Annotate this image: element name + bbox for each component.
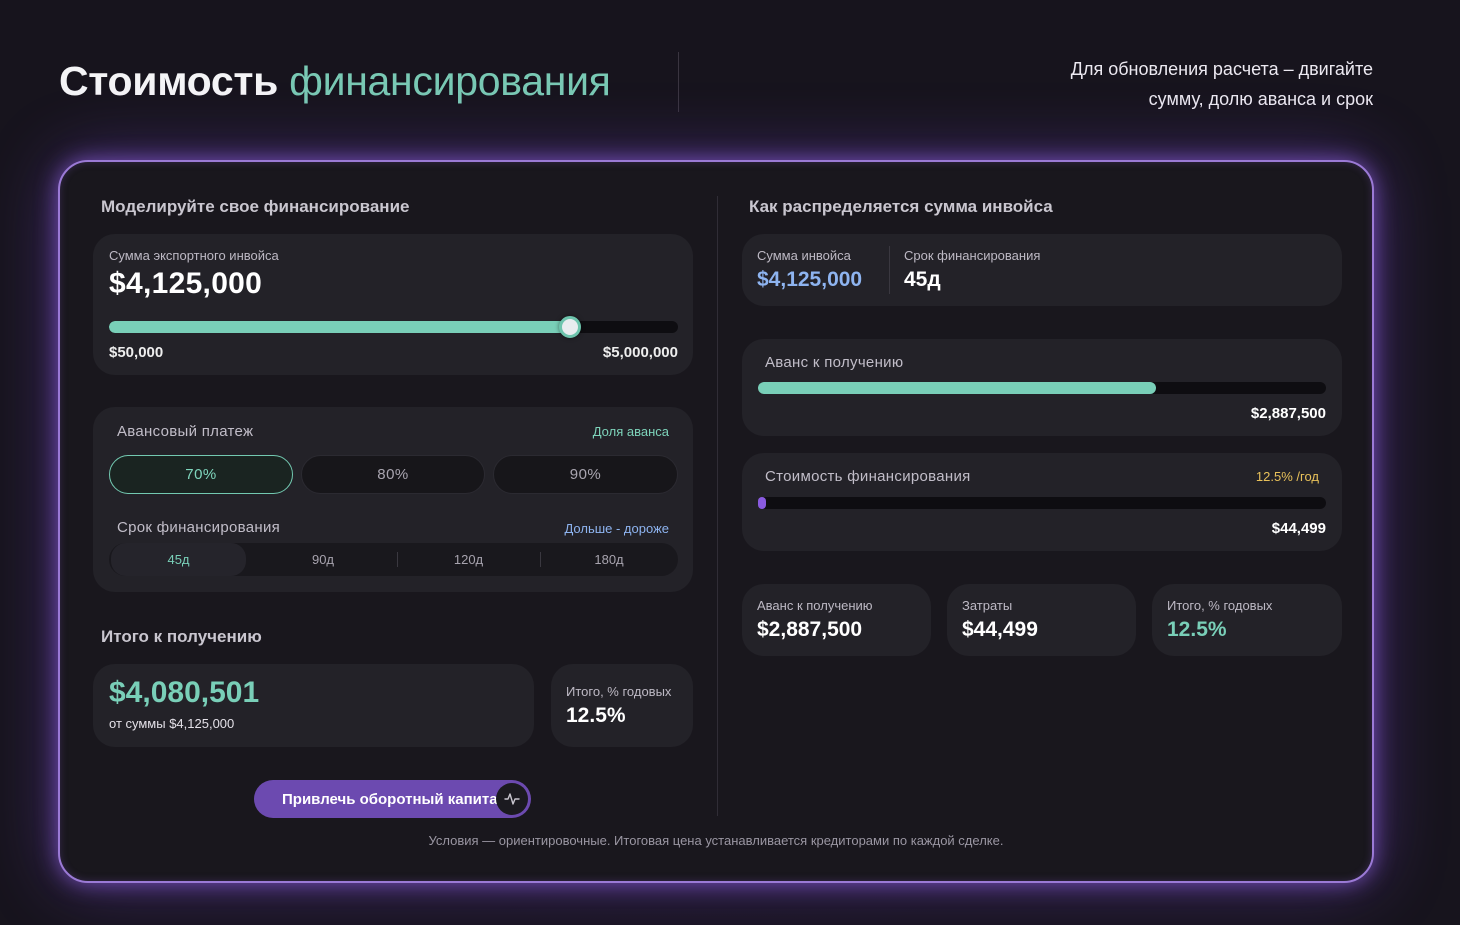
invoice-label: Сумма экспортного инвойса [109,248,279,263]
raise-capital-button[interactable]: Привлечь оборотный капитал [254,780,531,818]
stat-advance-label: Аванс к получению [757,598,873,613]
page-title: Стоимость финансирования [59,58,611,105]
stat-card-costs: Затраты $44,499 [947,584,1136,656]
page-title-main: Стоимость [59,58,279,104]
invoice-slider-fill [109,321,570,333]
term-option-45[interactable]: 45д [111,543,246,576]
summary-invoice-value: $4,125,000 [757,268,863,291]
advance-breakdown-panel: Аванс к получению $2,887,500 [742,339,1342,436]
total-value: $4,080,501 [109,676,260,709]
stat-costs-value: $44,499 [962,618,1038,641]
summary-panel: Сумма инвойса $4,125,000 Срок финансиров… [742,234,1342,306]
summary-divider [889,246,890,294]
page-title-accent: финансирования [289,58,611,104]
right-section-title: Как распределяется сумма инвойса [749,197,1053,216]
advance-option-90[interactable]: 90% [493,455,678,494]
cost-bar-fill [758,497,766,509]
summary-invoice-label: Сумма инвойса [757,248,851,263]
header-divider [678,52,679,112]
total-sub: от суммы $4,125,000 [109,716,235,731]
column-divider [717,196,718,816]
total-rate-panel: Итого, % годовых 12.5% [551,664,693,747]
stat-rate-label: Итого, % годовых [1167,598,1273,613]
cost-rate-badge: 12.5% /год [1255,469,1319,484]
disclaimer-footnote: Условия — ориентировочные. Итоговая цена… [428,833,1004,848]
term-option-180[interactable]: 180д [540,543,678,576]
term-segmented-control: 45д 90д 120д 180д [109,543,678,576]
total-rate-label: Итого, % годовых [566,684,672,699]
summary-term-label: Срок финансирования [904,248,1041,263]
cost-bar-track [758,497,1326,509]
header-hint-line1: Для обновления расчета – двигайте [1070,59,1373,79]
term-option-90[interactable]: 90д [253,543,393,576]
summary-term-value: 45д [904,268,941,291]
invoice-slider-handle[interactable] [559,316,581,338]
term-hint-link[interactable]: Дольше - дороже [564,521,669,536]
calculator-card: Моделируйте свое финансирование Сумма эк… [58,160,1374,883]
advance-bar-value: $2,887,500 [1250,405,1326,422]
invoice-slider-track[interactable] [109,321,678,333]
advance-option-70[interactable]: 70% [109,455,293,494]
total-section-title: Итого к получению [101,627,262,646]
stat-card-advance: Аванс к получению $2,887,500 [742,584,931,656]
term-label: Срок финансирования [117,519,281,536]
advance-label: Авансовый платеж [117,423,254,440]
terms-panel: Авансовый платеж Доля аванса 70% 80% 90%… [93,407,693,592]
advance-bar-track [758,382,1326,394]
term-option-120[interactable]: 120д [397,543,540,576]
invoice-panel: Сумма экспортного инвойса $4,125,000 $50… [93,234,693,375]
cost-bar-label: Стоимость финансирования [765,468,971,485]
total-panel: $4,080,501 от суммы $4,125,000 [93,664,534,747]
header-hint: Для обновления расчета – двигайте сумму,… [953,54,1373,114]
total-rate-value: 12.5% [566,704,626,727]
stat-advance-value: $2,887,500 [757,618,863,641]
invoice-value: $4,125,000 [109,267,263,300]
cost-breakdown-panel: Стоимость финансирования 12.5% /год $44,… [742,453,1342,551]
advance-option-80[interactable]: 80% [301,455,485,494]
left-section-title: Моделируйте свое финансирование [101,197,410,216]
activity-pulse-icon [496,783,528,815]
header-hint-line2: сумму, долю аванса и срок [1148,89,1373,109]
stat-costs-label: Затраты [962,598,1013,613]
advance-bar-label: Аванс к получению [765,354,904,371]
invoice-min-label: $50,000 [109,344,164,361]
stat-rate-value: 12.5% [1167,618,1227,641]
stat-card-rate: Итого, % годовых 12.5% [1152,584,1342,656]
raise-capital-label: Привлечь оборотный капитал [282,790,508,808]
advance-share-link[interactable]: Доля аванса [593,424,669,439]
advance-bar-fill [758,382,1156,394]
cost-bar-value: $44,499 [1271,520,1326,537]
invoice-max-label: $5,000,000 [602,344,678,361]
